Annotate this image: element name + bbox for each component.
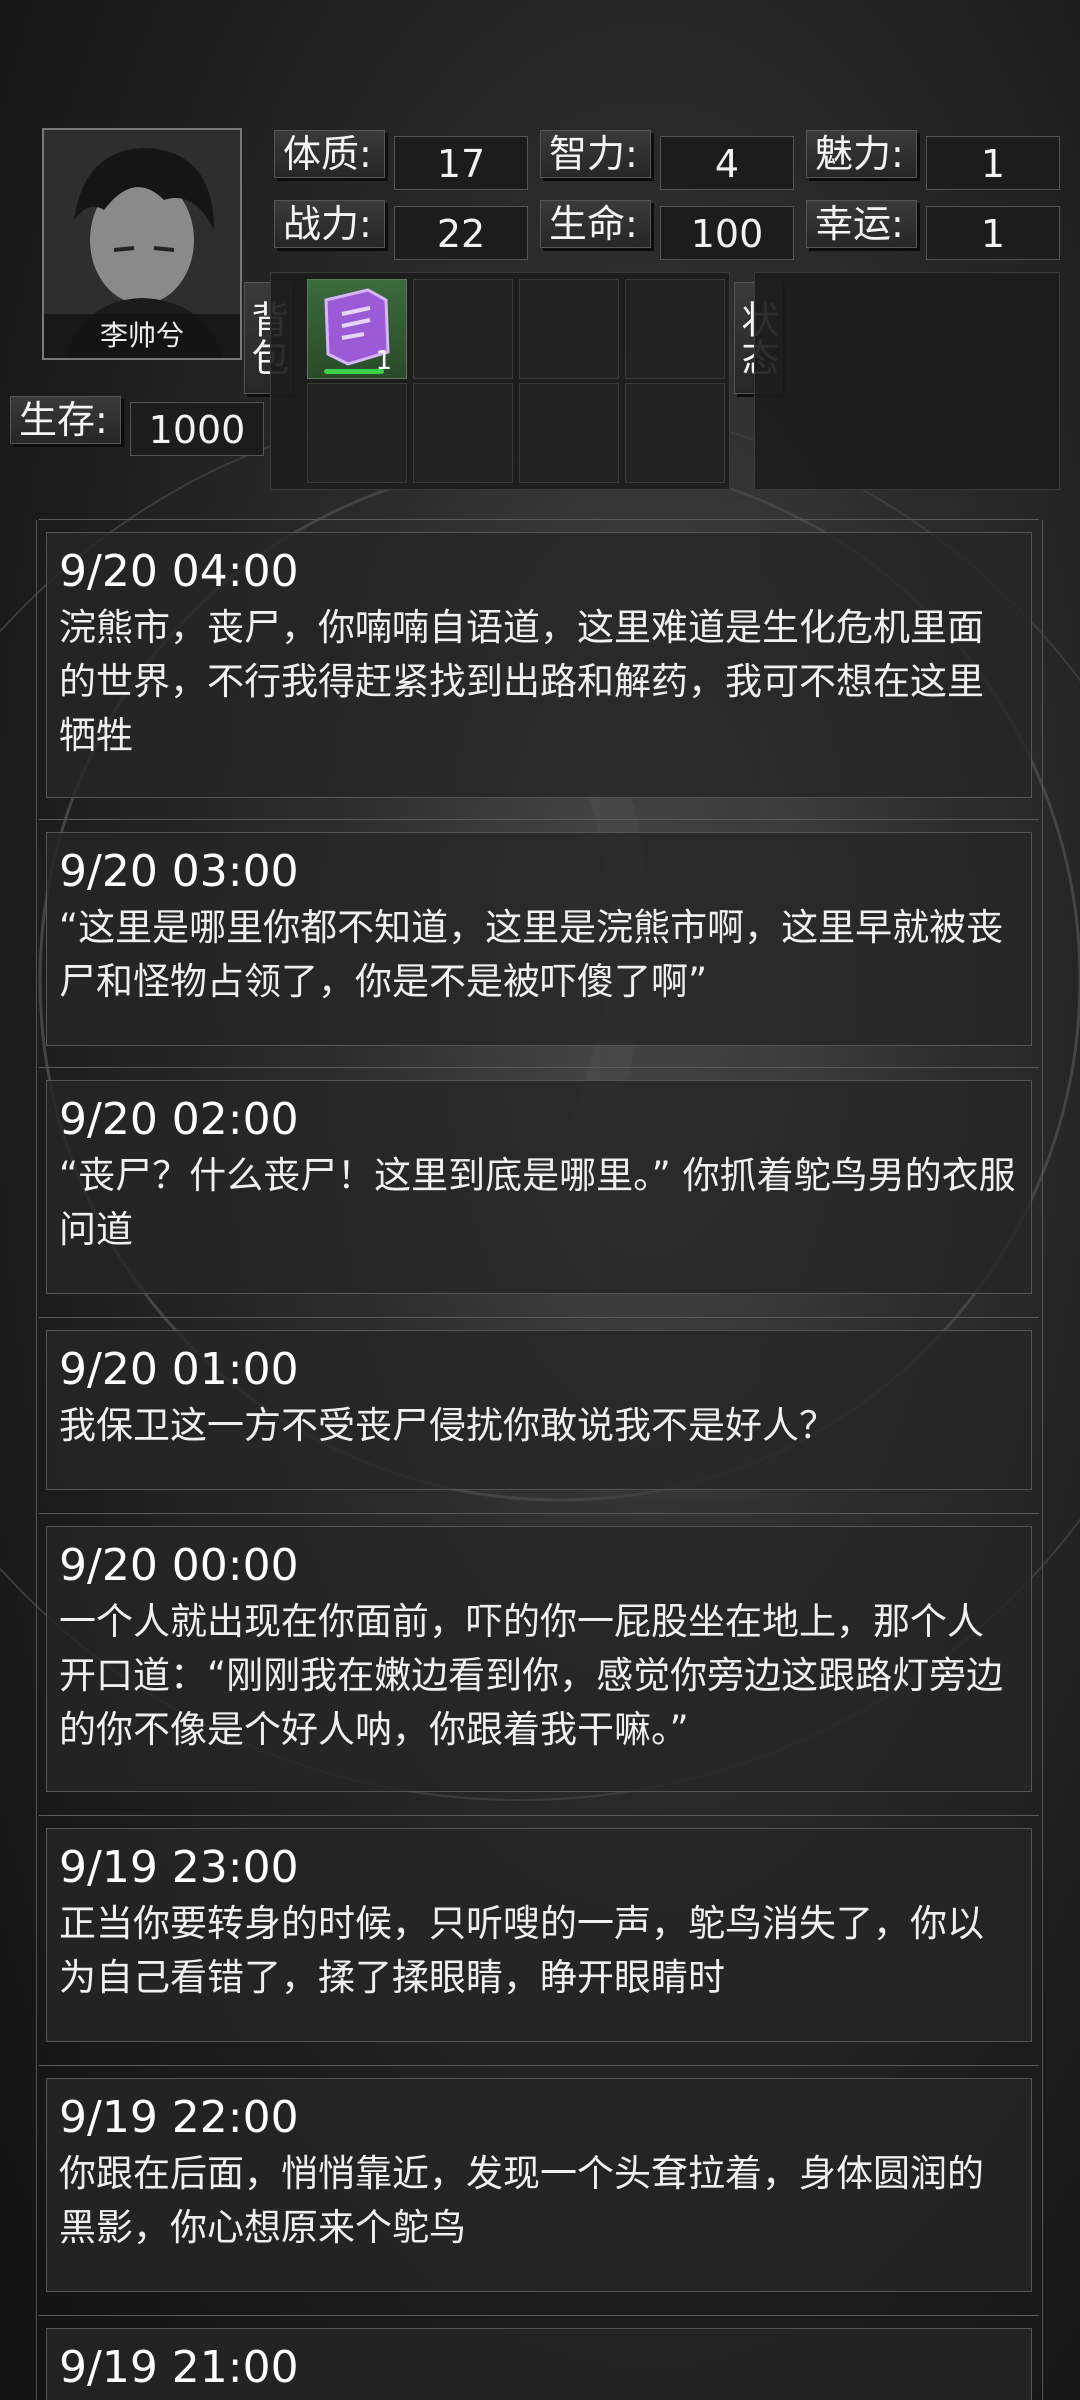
log-text: 一个人就出现在你面前，吓的你一屁股坐在地上，那个人开口道：“刚刚我在嫩边看到你，…	[59, 1600, 1004, 1751]
stat-value: 100	[660, 206, 794, 260]
stat-charm: 魅力: 1	[806, 130, 1060, 190]
log-rail-left	[36, 520, 37, 2400]
log-text: 我保卫这一方不受丧尸侵扰你敢说我不是好人？	[59, 1404, 836, 1447]
log-time: 9/19 23:00	[59, 1842, 299, 1893]
log-entry: 9/19 21:00	[39, 2315, 1039, 2400]
log-text: 浣熊市，丧尸，你喃喃自语道，这里难道是生化危机里面的世界，不行我得赶紧找到出路和…	[59, 606, 984, 757]
inventory-slot[interactable]	[413, 383, 513, 483]
inventory-slot[interactable]	[413, 279, 513, 379]
stat-value: 1000	[130, 402, 264, 456]
stat-label: 生命:	[540, 200, 651, 248]
log-entry: 9/20 04:00 浣熊市，丧尸，你喃喃自语道，这里难道是生化危机里面的世界，…	[39, 519, 1039, 798]
stat-label: 智力:	[540, 130, 651, 178]
log-text: 你跟在后面，悄悄靠近，发现一个头耷拉着，身体圆润的黑影，你心想原来个鸵鸟	[59, 2152, 984, 2249]
item-count: 1	[375, 346, 392, 376]
log-time: 9/19 22:00	[59, 2092, 299, 2143]
stat-combat-power: 战力: 22	[274, 200, 528, 260]
stat-value: 17	[394, 136, 528, 190]
stat-health: 生命: 100	[540, 200, 794, 260]
log-time: 9/20 04:00	[59, 546, 299, 597]
stat-value: 1	[926, 136, 1060, 190]
player-name: 李帅兮	[44, 314, 240, 358]
inventory-slot[interactable]	[625, 383, 725, 483]
log-time: 9/20 00:00	[59, 1540, 299, 1591]
inventory-slot[interactable]	[519, 279, 619, 379]
player-avatar[interactable]: 李帅兮	[42, 128, 242, 360]
stat-label: 体质:	[274, 130, 385, 178]
log-time: 9/20 02:00	[59, 1094, 299, 1145]
stat-value: 4	[660, 136, 794, 190]
inventory-slot[interactable]	[625, 279, 725, 379]
stat-label: 幸运:	[806, 200, 917, 248]
log-entry: 9/20 03:00 “这里是哪里你都不知道，这里是浣熊市啊，这里早就被丧尸和怪…	[39, 819, 1039, 1046]
log-rail-right	[1042, 520, 1043, 2400]
log-entry: 9/19 22:00 你跟在后面，悄悄靠近，发现一个头耷拉着，身体圆润的黑影，你…	[39, 2065, 1039, 2292]
log-entry: 9/20 01:00 我保卫这一方不受丧尸侵扰你敢说我不是好人？	[39, 1317, 1039, 1490]
stat-luck: 幸运: 1	[806, 200, 1060, 260]
stat-label: 魅力:	[806, 130, 917, 178]
stat-label: 战力:	[274, 200, 385, 248]
stat-value: 1	[926, 206, 1060, 260]
log-text: “丧尸？什么丧尸！这里到底是哪里。” 你抓着鸵鸟男的衣服问道	[59, 1154, 1016, 1251]
log-entry: 9/19 23:00 正当你要转身的时候，只听嗖的一声，鸵鸟消失了，你以为自己看…	[39, 1815, 1039, 2042]
inventory-slot[interactable]	[519, 383, 619, 483]
stat-value: 22	[394, 206, 528, 260]
log-entry: 9/20 00:00 一个人就出现在你面前，吓的你一屁股坐在地上，那个人开口道：…	[39, 1513, 1039, 1792]
log-text: 正当你要转身的时候，只听嗖的一声，鸵鸟消失了，你以为自己看错了，揉了揉眼睛，睁开…	[59, 1902, 984, 1999]
inventory-slot[interactable]	[307, 383, 407, 483]
inventory-panel: 1	[270, 272, 730, 490]
stat-survival: 生存: 1000	[10, 396, 264, 456]
stat-constitution: 体质: 17	[274, 130, 528, 190]
log-entry: 9/20 02:00 “丧尸？什么丧尸！这里到底是哪里。” 你抓着鸵鸟男的衣服问…	[39, 1067, 1039, 1294]
log-time: 9/19 21:00	[59, 2342, 299, 2393]
stat-label: 生存:	[10, 396, 121, 444]
inventory-slot[interactable]: 1	[307, 279, 407, 379]
status-panel	[754, 272, 1060, 490]
log-text: “这里是哪里你都不知道，这里是浣熊市啊，这里早就被丧尸和怪物占领了，你是不是被吓…	[59, 906, 1004, 1003]
log-time: 9/20 01:00	[59, 1344, 299, 1395]
stat-intelligence: 智力: 4	[540, 130, 794, 190]
log-time: 9/20 03:00	[59, 846, 299, 897]
